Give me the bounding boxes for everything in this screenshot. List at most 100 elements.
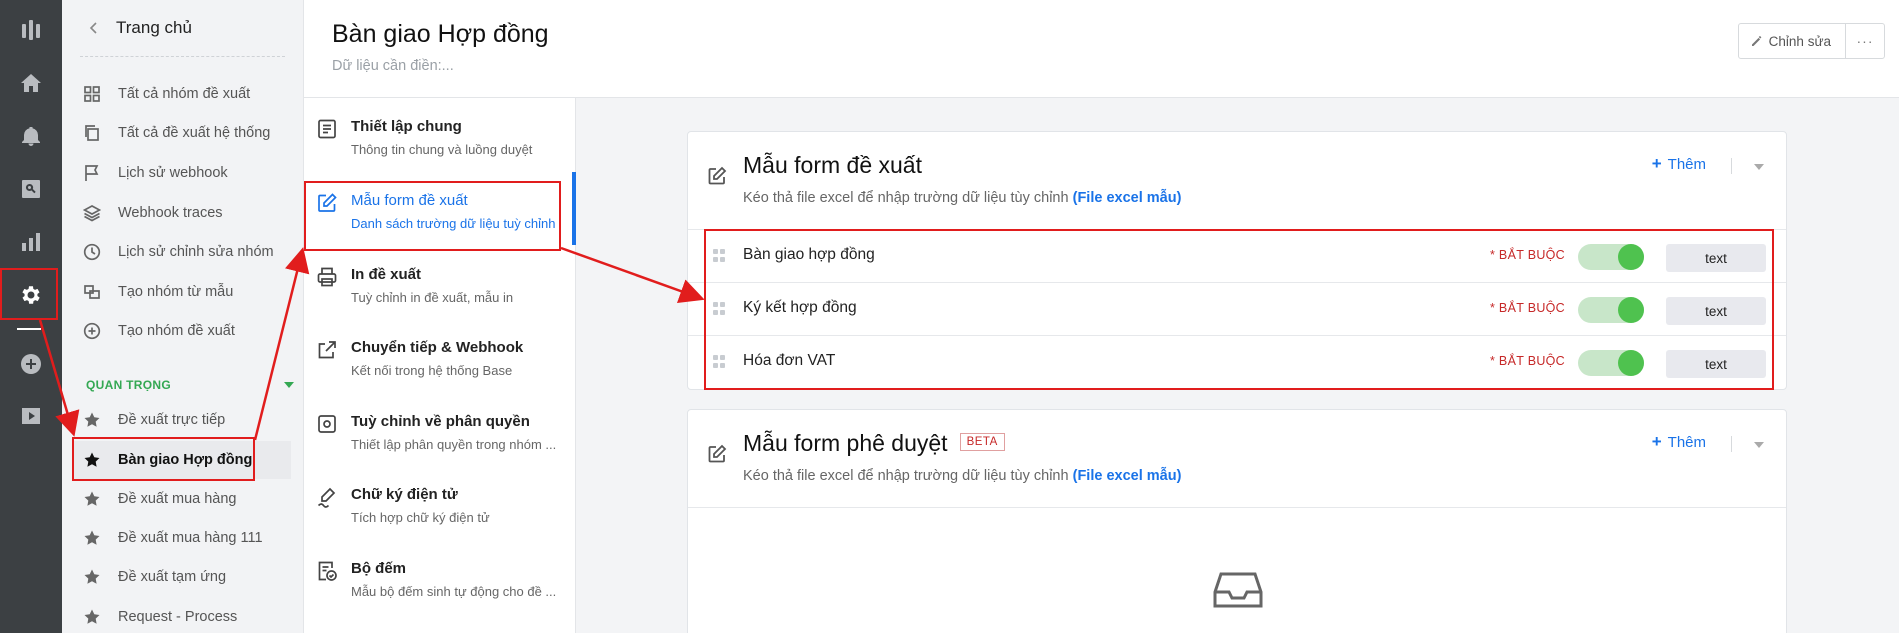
form-template-card: Mẫu form đề xuất Kéo thả file excel để n… — [687, 131, 1787, 390]
nav-item-all-groups[interactable]: Tất cả nhóm đề xuất — [82, 75, 293, 113]
form-field-row[interactable]: Hóa đơn VAT * BẮT BUỘC text — [688, 336, 1786, 389]
page-subtitle: Dữ liệu cần điền:... — [332, 58, 454, 74]
counter-icon — [316, 560, 340, 584]
settings-item-print[interactable]: In đề xuất Tuỳ chỉnh in đề xuất, mẫu in — [304, 246, 576, 319]
required-toggle[interactable] — [1578, 297, 1644, 323]
card-title: Mẫu form đề xuất — [743, 152, 922, 178]
caret-down-icon[interactable] — [1754, 164, 1764, 170]
chart-icon[interactable] — [0, 222, 62, 262]
required-toggle[interactable] — [1578, 244, 1644, 270]
divider — [1731, 158, 1732, 174]
divider — [1731, 436, 1732, 452]
settings-item-form-template[interactable]: Mẫu form đề xuất Danh sách trường dữ liệ… — [304, 172, 576, 245]
add-label: Thêm — [1667, 155, 1706, 173]
field-type-chip[interactable]: text — [1666, 350, 1766, 378]
settings-item-permissions[interactable]: Tuỳ chỉnh về phân quyền Thiết lập phân q… — [304, 393, 576, 466]
nav-item-create-group[interactable]: Tạo nhóm đề xuất — [82, 312, 293, 350]
page-title: Bàn giao Hợp đồng — [332, 20, 549, 48]
settings-item-desc: Tuỳ chỉnh in đề xuất, mẫu in — [351, 290, 514, 305]
caret-down-icon[interactable] — [284, 382, 294, 388]
star-icon — [82, 410, 102, 430]
search-icon[interactable] — [0, 169, 62, 209]
nav-item-group-edit-history[interactable]: Lịch sử chỉnh sửa nhóm — [82, 233, 293, 271]
back-to-home[interactable]: Trang chủ — [86, 18, 192, 38]
plus-icon: + — [1651, 432, 1662, 451]
settings-item-e-signature[interactable]: Chữ ký điện tử Tích hợp chữ ký điện tử — [304, 466, 576, 539]
required-badge: * BẮT BUỘC — [1490, 354, 1566, 368]
card-description: Kéo thả file excel để nhập trường dữ liệ… — [743, 190, 1181, 206]
edit-icon — [707, 444, 727, 464]
active-indicator — [572, 172, 576, 245]
chevron-left-icon — [89, 22, 97, 34]
required-badge: * BẮT BUỘC — [1490, 301, 1566, 315]
settings-item-title: Tuỳ chỉnh về phân quyền — [351, 413, 530, 430]
settings-item-title: Thiết lập chung — [351, 118, 462, 135]
group-nav-panel: Trang chủ Tất cả nhóm đề xuất Tất cả đề … — [62, 0, 304, 633]
edit-button[interactable]: Chỉnh sửa — [1739, 24, 1846, 58]
settings-item-title: Chuyển tiếp & Webhook — [351, 339, 524, 356]
document-icon — [316, 118, 340, 142]
logo-icon[interactable] — [0, 10, 62, 50]
add-label: Thêm — [1667, 433, 1706, 451]
field-type-chip[interactable]: text — [1666, 244, 1766, 272]
settings-item-general[interactable]: Thiết lập chung Thông tin chung và luồng… — [304, 98, 576, 171]
approval-template-card: Mẫu form phê duyệt BETA Kéo thả file exce… — [687, 409, 1787, 633]
sample-excel-link[interactable]: (File excel mẫu) — [1073, 468, 1182, 484]
settings-item-title: Bộ đếm — [351, 560, 407, 577]
back-label: Trang chủ — [116, 18, 192, 37]
required-toggle[interactable] — [1578, 350, 1644, 376]
bell-icon[interactable] — [0, 116, 62, 156]
plus-icon: + — [1651, 154, 1662, 173]
beta-badge: BETA — [959, 432, 1005, 451]
nav-item-webhook-traces[interactable]: Webhook traces — [82, 194, 293, 232]
gear-icon[interactable] — [0, 275, 62, 315]
drag-handle-icon[interactable] — [713, 355, 725, 369]
layers-icon — [82, 203, 102, 223]
form-field-row[interactable]: Bàn giao hợp đồng * BẮT BUỘC text — [688, 230, 1786, 283]
starred-item-label: Đề xuất tạm ứng — [118, 569, 227, 585]
nav-item-label: Webhook traces — [118, 205, 223, 221]
caret-down-icon[interactable] — [1754, 442, 1764, 448]
plus-circle-icon — [82, 321, 102, 341]
starred-group-item[interactable]: Đề xuất mua hàng 111 — [82, 519, 293, 557]
play-icon[interactable] — [0, 396, 62, 436]
card-desc-text: Kéo thả file excel để nhập trường dữ liệ… — [743, 468, 1069, 484]
settings-item-desc: Danh sách trường dữ liệu tuỳ chỉnh — [351, 216, 556, 231]
header-actions: Chỉnh sửa ··· — [1737, 23, 1885, 59]
flag-icon — [82, 163, 102, 183]
field-type-chip[interactable]: text — [1666, 297, 1766, 325]
settings-item-webhook[interactable]: Chuyển tiếp & Webhook Kết nối trong hệ t… — [304, 319, 576, 392]
more-button[interactable]: ··· — [1846, 24, 1884, 58]
starred-item-label: Đề xuất mua hàng 111 — [118, 530, 263, 546]
icon-rail — [0, 0, 62, 633]
starred-group-item-active[interactable]: Bàn giao Hợp đồng — [74, 441, 291, 479]
field-name: Bàn giao hợp đồng — [743, 246, 875, 263]
starred-group-item[interactable]: Đề xuất mua hàng — [82, 480, 293, 518]
printer-icon — [316, 266, 340, 290]
nav-item-webhook-history[interactable]: Lịch sử webhook — [82, 154, 293, 192]
add-field-button[interactable]: + Thêm — [1652, 432, 1706, 452]
drag-handle-icon[interactable] — [713, 302, 725, 316]
starred-group-item[interactable]: Request - Process — [82, 598, 293, 633]
drag-handle-icon[interactable] — [713, 249, 725, 263]
add-field-button[interactable]: + Thêm — [1652, 154, 1706, 174]
nav-item-create-from-template[interactable]: Tạo nhóm từ mẫu — [82, 273, 293, 311]
settings-item-desc: Kết nối trong hệ thống Base — [351, 363, 513, 378]
starred-item-label: Request - Process — [118, 609, 238, 625]
nav-item-all-requests[interactable]: Tất cả đề xuất hệ thống — [82, 114, 293, 152]
settings-item-counter[interactable]: Bộ đếm Mẫu bộ đếm sinh tự động cho đề ..… — [304, 540, 576, 613]
star-icon — [82, 528, 102, 548]
starred-group-item[interactable]: Đề xuất trực tiếp — [82, 401, 293, 439]
template-icon — [82, 282, 102, 302]
inbox-icon — [1213, 570, 1263, 610]
plus-circle-icon[interactable] — [0, 344, 62, 384]
starred-group-item[interactable]: Đề xuất tạm ứng — [82, 558, 293, 596]
star-icon — [82, 567, 102, 587]
settings-icon — [316, 413, 340, 437]
form-field-row[interactable]: Ký kết hợp đồng * BẮT BUỘC text — [688, 283, 1786, 336]
section-important-label: QUAN TRỌNG — [86, 378, 171, 392]
sample-excel-link[interactable]: (File excel mẫu) — [1073, 190, 1182, 206]
home-icon[interactable] — [0, 63, 62, 103]
edit-label: Chỉnh sửa — [1768, 33, 1831, 49]
card-title: Mẫu form phê duyệt BETA — [743, 430, 1005, 457]
